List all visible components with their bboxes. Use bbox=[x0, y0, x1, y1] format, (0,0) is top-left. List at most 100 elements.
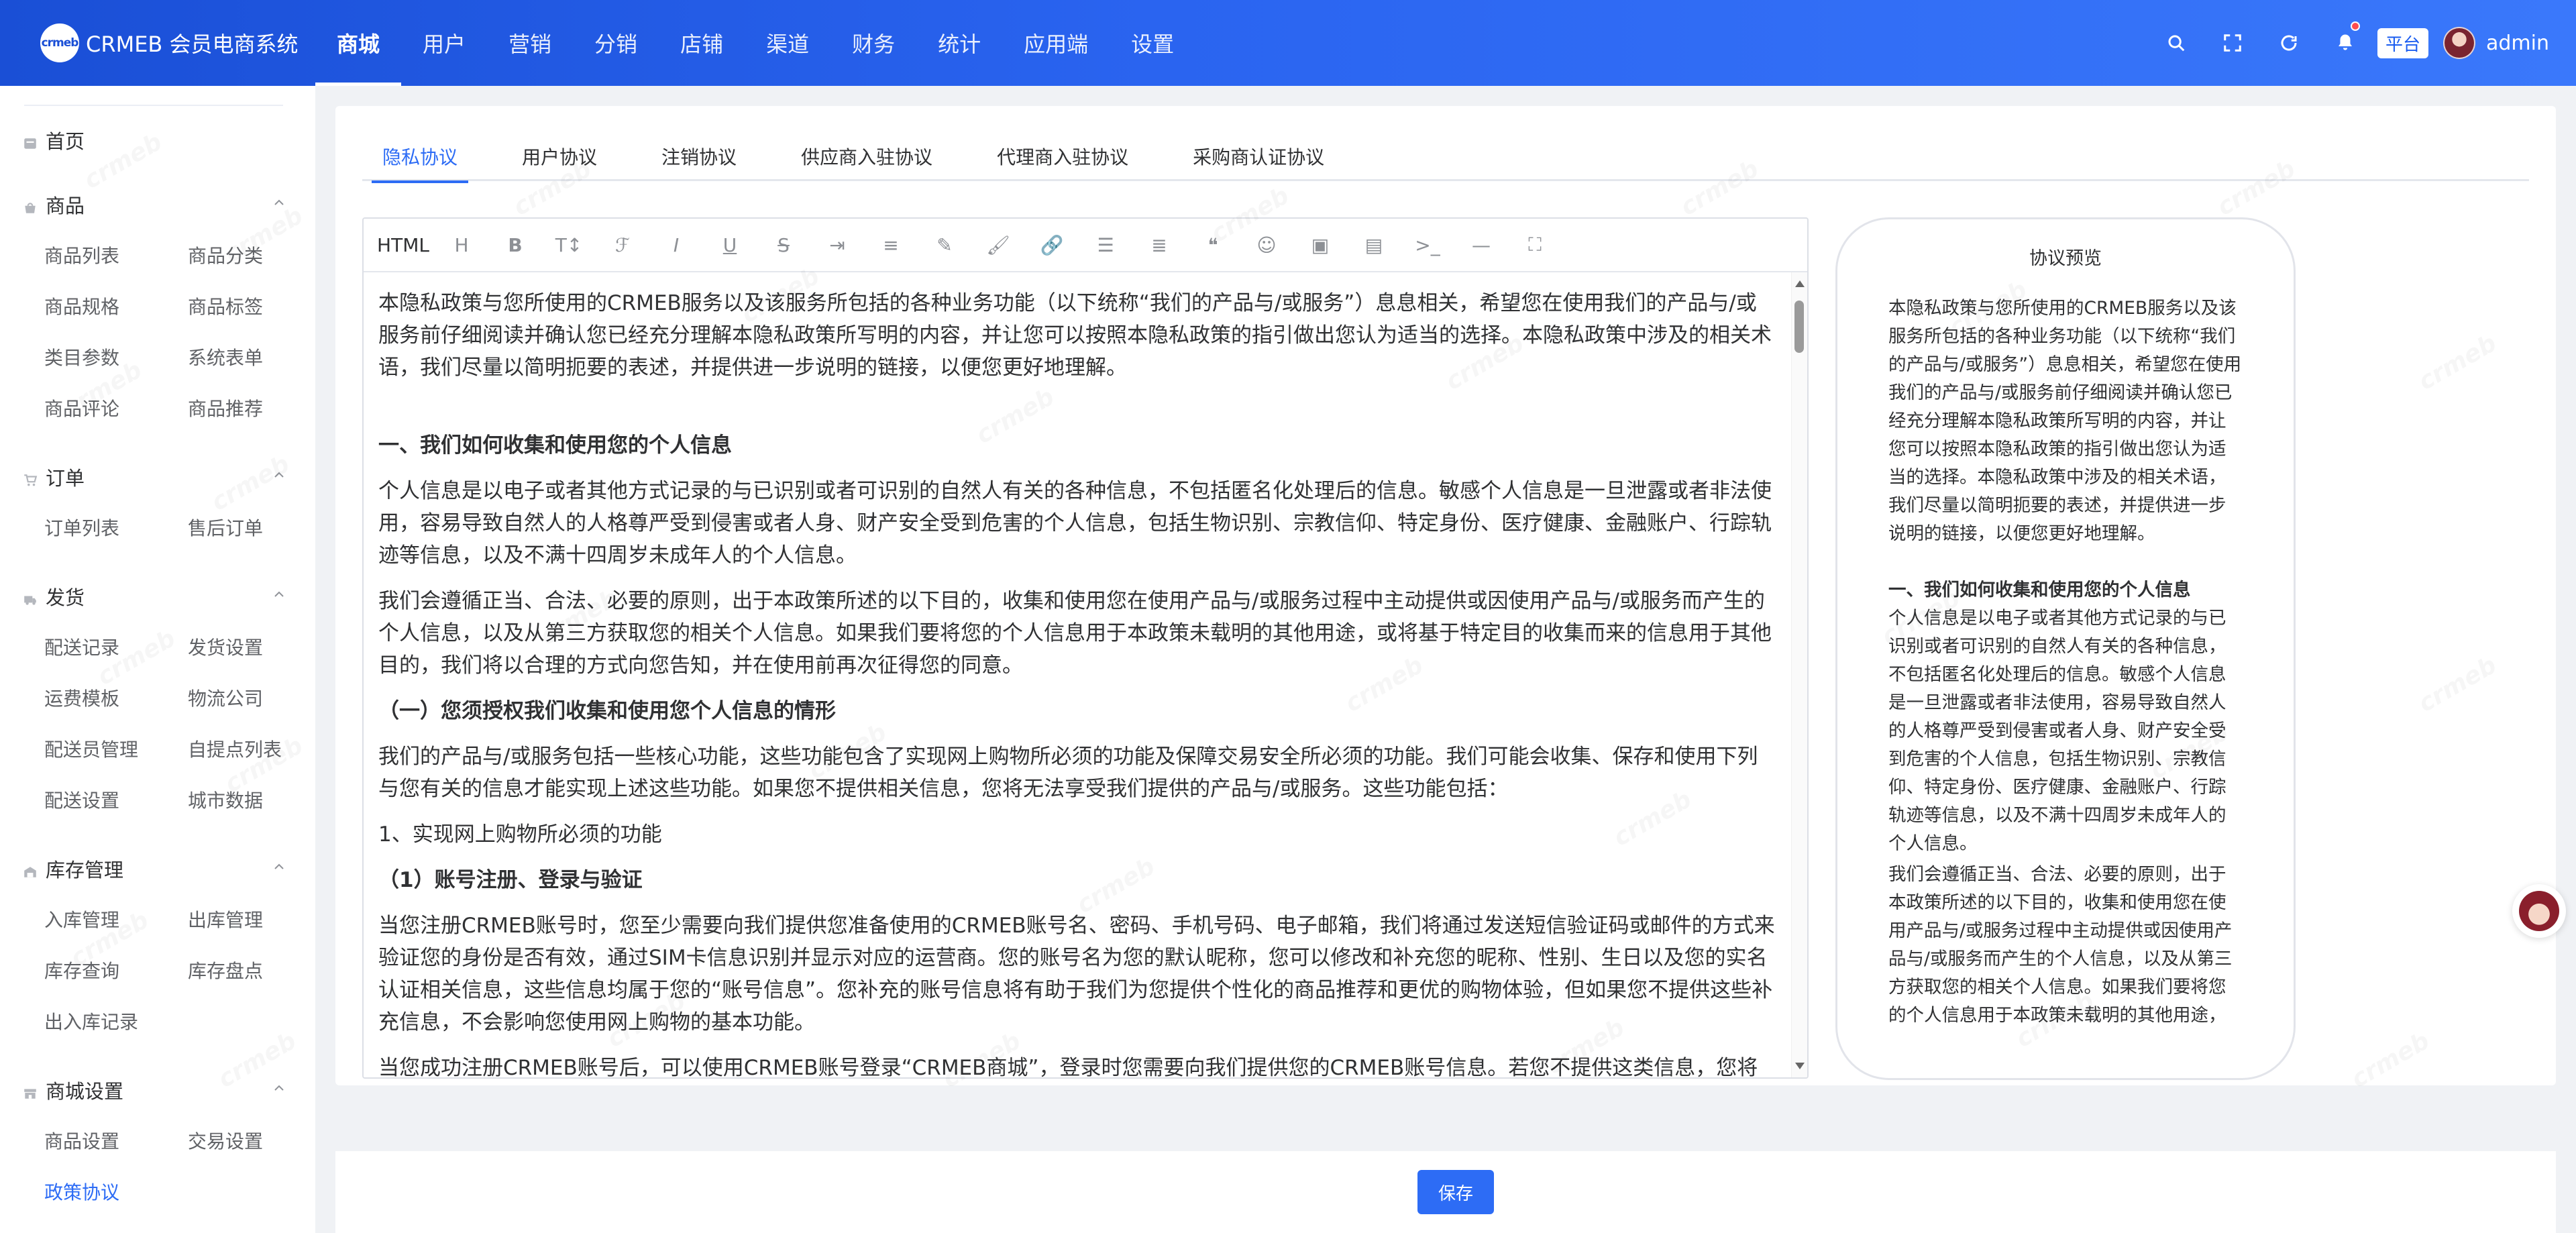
list-icon[interactable]: ☰ bbox=[1079, 219, 1132, 272]
chevron-up-icon[interactable] bbox=[272, 196, 286, 209]
indent-icon[interactable]: ⇥ bbox=[810, 219, 864, 272]
sidebar-item[interactable]: 物流公司 bbox=[188, 684, 263, 711]
agreement-tabs: 隐私协议 用户协议 注销协议 供应商入驻协议 代理商入驻协议 采购商认证协议 bbox=[362, 131, 2529, 183]
sidebar-group-cart[interactable]: 订单 bbox=[23, 463, 85, 491]
content-heading: （一）您须授权我们收集和使用您个人信息的情形 bbox=[378, 699, 836, 723]
background-color-icon[interactable]: 🖌 bbox=[971, 219, 1025, 272]
tab-agreement[interactable]: 采购商认证协议 bbox=[1173, 131, 1344, 181]
sidebar-item[interactable]: 交易设置 bbox=[188, 1127, 263, 1154]
fullscreen-icon[interactable] bbox=[2204, 0, 2261, 86]
sidebar-item[interactable]: 入库管理 bbox=[44, 906, 119, 932]
chevron-up-icon[interactable] bbox=[272, 468, 286, 482]
bell-icon[interactable] bbox=[2317, 0, 2373, 86]
justify-icon[interactable]: ≣ bbox=[1132, 219, 1186, 272]
logo[interactable]: crmeb CRMEB 会员电商系统 bbox=[0, 23, 315, 62]
top-nav-item[interactable]: 渠道 bbox=[745, 0, 830, 86]
truck-icon bbox=[23, 589, 38, 605]
sidebar-divider bbox=[24, 105, 283, 106]
sidebar-item[interactable]: 配送设置 bbox=[44, 786, 119, 813]
sidebar-item[interactable]: 商品列表 bbox=[44, 242, 119, 268]
sidebar-item[interactable]: 类目参数 bbox=[44, 343, 119, 370]
sidebar-item[interactable]: 政策协议 bbox=[44, 1178, 119, 1205]
tab-agreement[interactable]: 用户协议 bbox=[502, 131, 617, 181]
sidebar-item[interactable]: 运费模板 bbox=[44, 684, 119, 711]
fullscreen-icon[interactable]: ⛶ bbox=[1508, 219, 1562, 272]
scroll-down-icon[interactable] bbox=[1795, 1063, 1805, 1069]
image-icon[interactable]: ▣ bbox=[1293, 219, 1347, 272]
save-button[interactable]: 保存 bbox=[1417, 1170, 1494, 1214]
avatar[interactable] bbox=[2443, 27, 2475, 59]
sidebar-item[interactable]: 商品规格 bbox=[44, 292, 119, 319]
tab-agreement[interactable]: 供应商入驻协议 bbox=[781, 131, 953, 181]
sidebar-group-shop[interactable]: 商城设置 bbox=[23, 1076, 123, 1104]
sidebar-group-product[interactable]: 商品 bbox=[23, 191, 85, 219]
line-height-icon[interactable]: ≡ bbox=[864, 219, 918, 272]
sidebar-item-home[interactable]: 首页 bbox=[23, 126, 85, 154]
scroll-up-icon[interactable] bbox=[1795, 280, 1805, 287]
sidebar-item[interactable]: 出入库记录 bbox=[44, 1008, 138, 1034]
editor-content[interactable]: 本隐私政策与您所使用的CRMEB服务以及该服务所包括的各种业务功能（以下统称“我… bbox=[364, 272, 1791, 1077]
main-card: 隐私协议 用户协议 注销协议 供应商入驻协议 代理商入驻协议 采购商认证协议 HTML H… bbox=[335, 106, 2556, 1085]
top-nav-item[interactable]: 营销 bbox=[487, 0, 573, 86]
font-color-icon[interactable]: ✎ bbox=[918, 219, 971, 272]
sidebar-item[interactable]: 配送员管理 bbox=[44, 735, 138, 762]
sidebar-item[interactable]: 订单列表 bbox=[44, 514, 119, 541]
font-family-icon[interactable]: ℱ bbox=[596, 219, 649, 272]
scroll-thumb[interactable] bbox=[1794, 301, 1804, 353]
code-icon[interactable]: >_ bbox=[1401, 219, 1454, 272]
sidebar-group-truck[interactable]: 发货 bbox=[23, 582, 85, 610]
preview-content[interactable]: 本隐私政策与您所使用的CRMEB服务以及该服务所包括的各种业务功能（以下统称“我… bbox=[1888, 294, 2243, 1024]
emoji-icon[interactable]: ☺ bbox=[1240, 219, 1293, 272]
platform-tag[interactable]: 平台 bbox=[2377, 28, 2428, 58]
content-paragraph: 当您注册CRMEB账号时，您至少需要向我们提供您准备使用的CRMEB账号名、密码… bbox=[378, 914, 1775, 1034]
chevron-up-icon[interactable] bbox=[272, 1081, 286, 1095]
sidebar-item[interactable]: 商品设置 bbox=[44, 1127, 119, 1154]
sidebar-item[interactable]: 库存查询 bbox=[44, 957, 119, 983]
top-header: crmeb CRMEB 会员电商系统 商城 用户 营销 分销 店铺 渠道 财务 统计 应用端 设置… bbox=[0, 0, 2576, 86]
quote-icon[interactable]: ❝ bbox=[1186, 219, 1240, 272]
sidebar-item[interactable]: 商品标签 bbox=[188, 292, 263, 319]
tab-agreement[interactable]: 隐私协议 bbox=[362, 131, 478, 183]
editor-scrollbar[interactable] bbox=[1791, 272, 1807, 1077]
top-nav-item[interactable]: 分销 bbox=[573, 0, 659, 86]
username[interactable]: admin bbox=[2486, 32, 2549, 55]
sidebar-group-warehouse[interactable]: 库存管理 bbox=[23, 855, 123, 883]
sidebar-item[interactable]: 商品推荐 bbox=[188, 394, 263, 421]
top-nav-item[interactable]: 店铺 bbox=[659, 0, 745, 86]
sidebar-item[interactable]: 系统表单 bbox=[188, 343, 263, 370]
bold-icon[interactable]: B bbox=[488, 219, 542, 272]
link-icon[interactable]: 🔗 bbox=[1025, 219, 1079, 272]
html-mode-button[interactable]: HTML bbox=[372, 219, 435, 272]
top-nav-item[interactable]: 统计 bbox=[916, 0, 1002, 86]
tab-agreement[interactable]: 注销协议 bbox=[641, 131, 757, 181]
video-icon[interactable]: ▤ bbox=[1347, 219, 1401, 272]
sidebar-item[interactable]: 发货设置 bbox=[188, 633, 263, 660]
chevron-up-icon[interactable] bbox=[272, 588, 286, 601]
top-nav-item[interactable]: 应用端 bbox=[1002, 0, 1110, 86]
italic-icon[interactable]: I bbox=[649, 219, 703, 272]
assistant-avatar[interactable] bbox=[2512, 884, 2566, 938]
chevron-up-icon[interactable] bbox=[272, 860, 286, 873]
tab-agreement[interactable]: 代理商入驻协议 bbox=[977, 131, 1148, 181]
agreement-preview: 协议预览 本隐私政策与您所使用的CRMEB服务以及该服务所包括的各种业务功能（以… bbox=[1835, 217, 2296, 1080]
top-nav-item[interactable]: 财务 bbox=[830, 0, 916, 86]
font-size-icon[interactable]: T↕ bbox=[542, 219, 596, 272]
sidebar-item[interactable]: 城市数据 bbox=[188, 786, 263, 813]
strikethrough-icon[interactable]: S bbox=[757, 219, 810, 272]
top-nav-item[interactable]: 设置 bbox=[1110, 0, 1195, 86]
heading-icon[interactable]: H bbox=[435, 219, 488, 272]
sidebar-item[interactable]: 自提点列表 bbox=[188, 735, 282, 762]
refresh-icon[interactable] bbox=[2261, 0, 2317, 86]
sidebar-item[interactable]: 出库管理 bbox=[188, 906, 263, 932]
sidebar-item[interactable]: 配送记录 bbox=[44, 633, 119, 660]
divider-icon[interactable]: — bbox=[1454, 219, 1508, 272]
top-nav-item[interactable]: 商城 bbox=[315, 0, 402, 86]
search-icon[interactable] bbox=[2148, 0, 2204, 86]
sidebar-item[interactable]: 售后订单 bbox=[188, 514, 263, 541]
underline-icon[interactable]: U bbox=[703, 219, 757, 272]
sidebar-item[interactable]: 商品分类 bbox=[188, 242, 263, 268]
top-nav-item[interactable]: 用户 bbox=[401, 0, 487, 86]
sidebar-item[interactable]: 库存盘点 bbox=[188, 957, 263, 983]
rich-text-editor[interactable]: HTML H B T↕ ℱ I U S ⇥ ≡ ✎ 🖌 🔗 ☰ ≣ ❝ ☺ ▣ ▤ >_ — ⛶ 本隐私政策与您所使用的… bbox=[362, 217, 1809, 1079]
sidebar-item[interactable]: 商品评论 bbox=[44, 394, 119, 421]
